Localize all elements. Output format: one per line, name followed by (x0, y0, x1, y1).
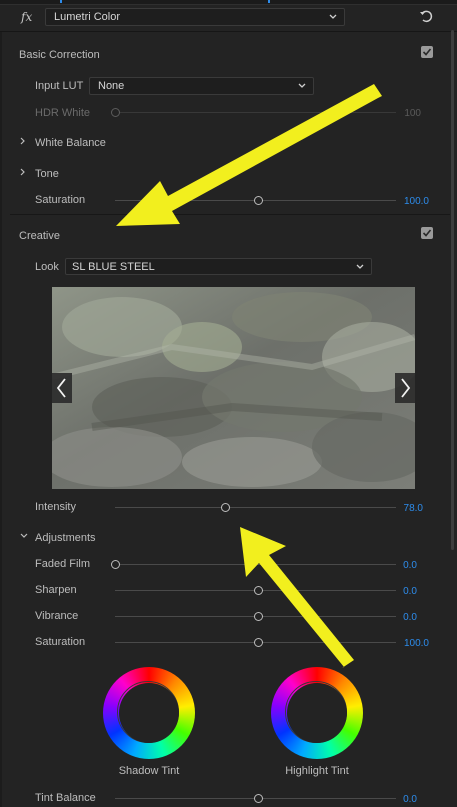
annotation-arrows (116, 84, 382, 668)
annotation-arrow (240, 527, 354, 668)
annotation-arrow (116, 84, 382, 226)
